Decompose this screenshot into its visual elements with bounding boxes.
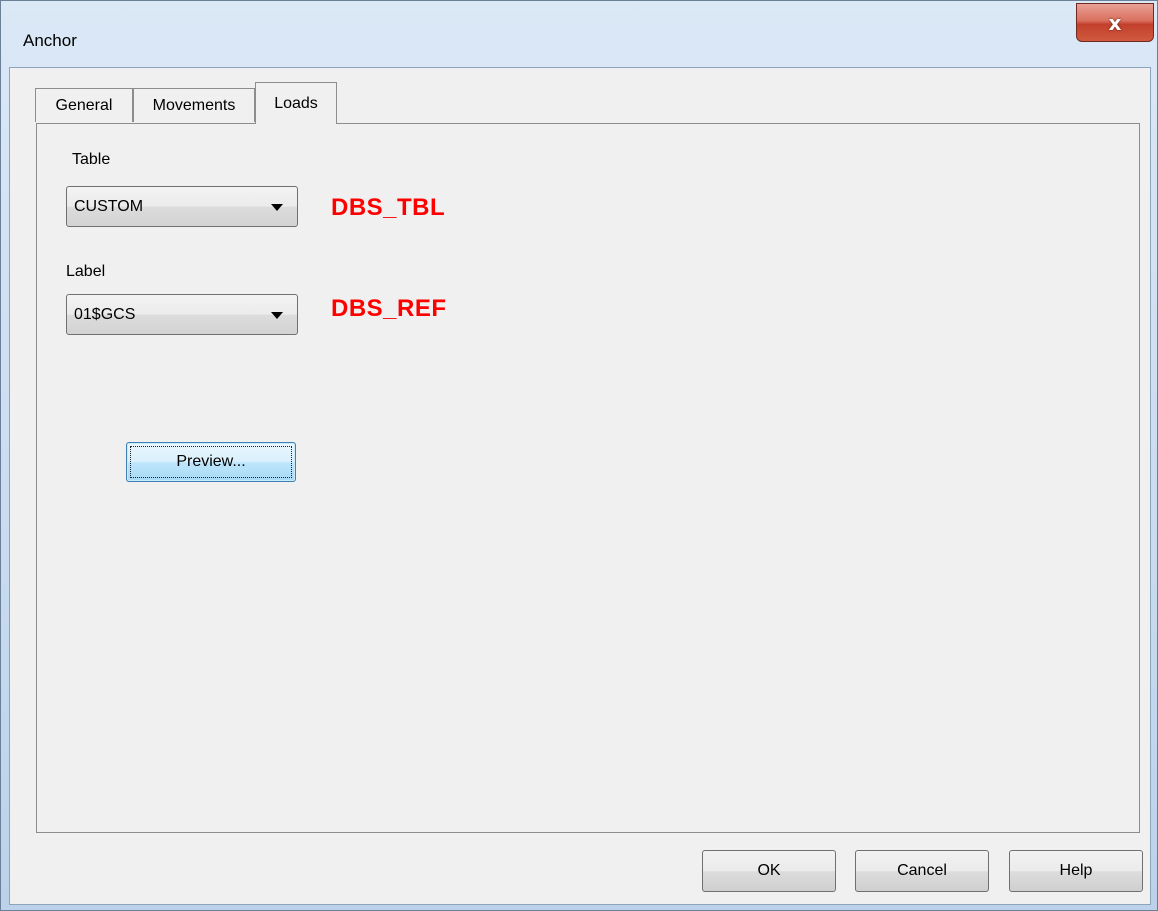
tab-loads-label: Loads xyxy=(274,94,318,112)
preview-button[interactable]: Preview... xyxy=(126,442,296,482)
cancel-button[interactable]: Cancel xyxy=(855,850,989,892)
dialog-title: Anchor xyxy=(23,31,77,50)
dialog-window: Anchor x General Movements Loads Table C… xyxy=(0,0,1158,911)
table-dropdown-value: CUSTOM xyxy=(74,198,144,215)
chevron-down-icon xyxy=(271,312,283,319)
tab-movements-label: Movements xyxy=(152,96,236,114)
close-icon: x xyxy=(1108,10,1122,35)
ok-button[interactable]: OK xyxy=(702,850,836,892)
tab-general-label: General xyxy=(55,96,113,114)
preview-button-label: Preview... xyxy=(176,453,246,470)
cancel-button-label: Cancel xyxy=(897,862,947,879)
label-dropdown-value: 01$GCS xyxy=(74,306,136,323)
table-dropdown[interactable]: CUSTOM xyxy=(66,186,298,227)
label-dropdown[interactable]: 01$GCS xyxy=(66,294,298,335)
label-db-tag: DBS_REF xyxy=(331,295,447,322)
close-button[interactable]: x xyxy=(1076,3,1154,42)
help-button[interactable]: Help xyxy=(1009,850,1143,892)
table-db-tag: DBS_TBL xyxy=(331,194,446,221)
tab-loads[interactable]: Loads xyxy=(255,82,337,124)
help-button-label: Help xyxy=(1059,862,1093,879)
table-label: Table xyxy=(72,151,111,168)
dialog-client-area: General Movements Loads Table CUSTOM DBS… xyxy=(9,67,1151,905)
loads-panel: Table CUSTOM DBS_TBL Label 01$GCS DBS_RE… xyxy=(36,123,1140,833)
tab-movements[interactable]: Movements xyxy=(133,88,255,122)
tab-general[interactable]: General xyxy=(35,88,133,122)
chevron-down-icon xyxy=(271,204,283,211)
label-label: Label xyxy=(66,263,106,280)
title-bar[interactable]: Anchor x xyxy=(1,1,1157,67)
ok-button-label: OK xyxy=(757,862,781,879)
